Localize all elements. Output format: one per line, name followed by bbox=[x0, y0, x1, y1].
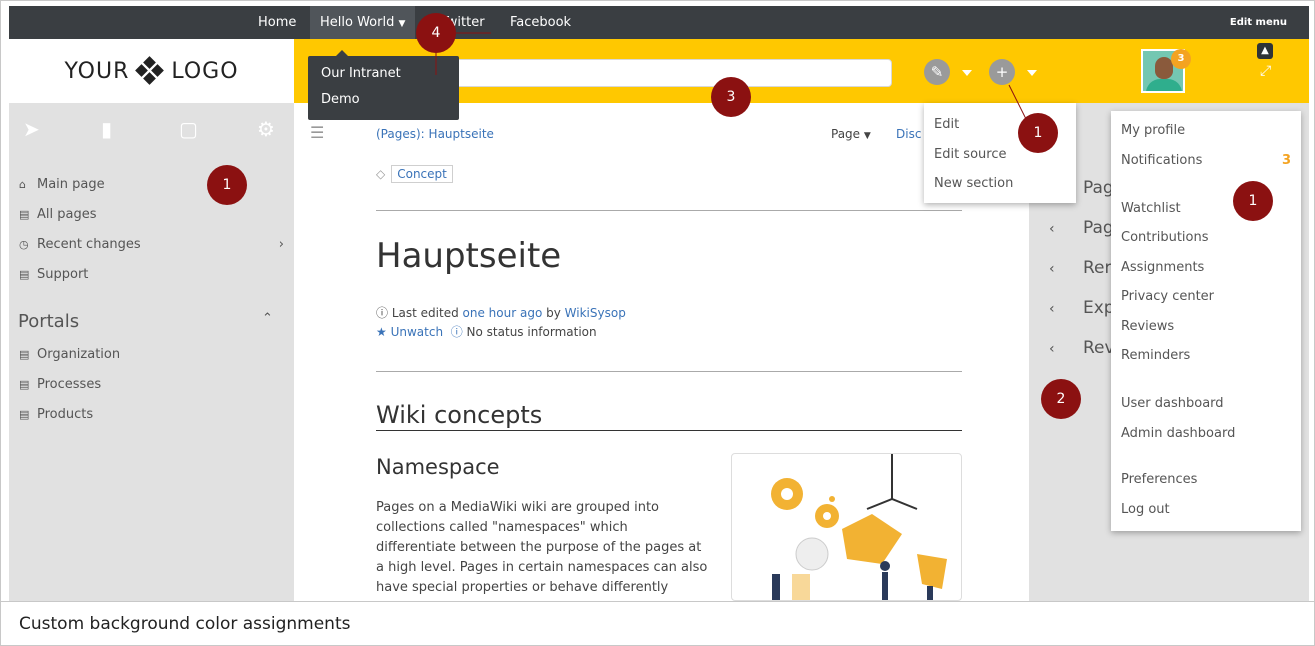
callout-leader-lines bbox=[435, 32, 1027, 120]
screenshot-frame: Home Hello World ▼ Twitter Facebook Edit… bbox=[0, 0, 1315, 646]
caption-text: Custom background color assignments bbox=[19, 614, 351, 634]
figure-caption: Custom background color assignments bbox=[1, 601, 1314, 645]
